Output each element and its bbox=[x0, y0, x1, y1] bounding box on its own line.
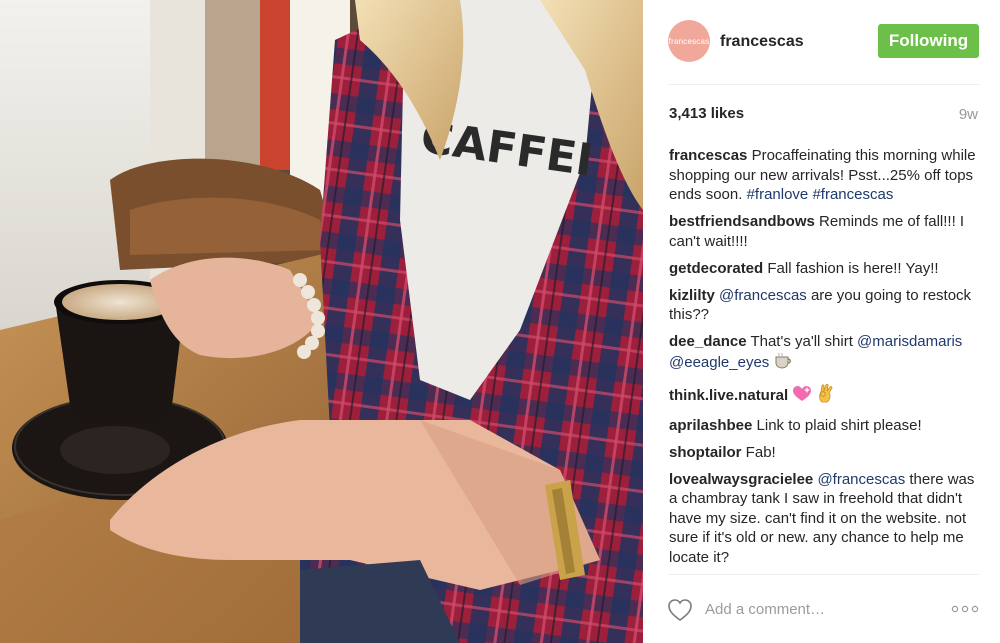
comment-username[interactable]: bestfriendsandbows bbox=[669, 213, 815, 230]
post-header: francescas francescas Following bbox=[643, 0, 1000, 84]
comment-item: shoptailor Fab! bbox=[669, 443, 979, 463]
coffee-emoji-icon bbox=[773, 352, 793, 376]
mention-link[interactable]: @francescas bbox=[719, 287, 807, 304]
comment-username[interactable]: shoptailor bbox=[669, 444, 742, 461]
mention-link[interactable]: @marisdamaris bbox=[857, 333, 962, 350]
comment-item: francescas Procaffeinating this morning … bbox=[669, 146, 979, 205]
comment-username[interactable]: aprilashbee bbox=[669, 417, 752, 434]
comment-username[interactable]: dee_dance bbox=[669, 333, 747, 350]
hashtag-link[interactable]: #francescas bbox=[812, 186, 893, 203]
comment-text: Fall fashion is here!! Yay!! bbox=[763, 259, 939, 277]
comment-item: dee_dance That's ya'll shirt @marisdamar… bbox=[669, 332, 979, 375]
more-options-icon[interactable] bbox=[951, 603, 979, 615]
comment-text: Link to plaid shirt please! bbox=[752, 416, 922, 434]
comment-item: think.live.natural bbox=[669, 383, 979, 409]
comment-username[interactable]: lovealwaysgracielee bbox=[669, 471, 813, 488]
avatar[interactable]: francescas bbox=[668, 20, 710, 62]
comment-item: getdecorated Fall fashion is here!! Yay!… bbox=[669, 259, 979, 279]
post-footer bbox=[643, 575, 1000, 643]
comment-item: kizlilty @francescas are you going to re… bbox=[669, 286, 979, 325]
comment-username[interactable]: think.live.natural bbox=[669, 387, 788, 404]
post-age[interactable]: 9w bbox=[959, 106, 978, 123]
comment-text: That's ya'll shirt bbox=[746, 333, 858, 350]
instagram-post: CAFFEI francescas francescas Following 3… bbox=[0, 0, 1000, 643]
comment-username[interactable]: kizlilty bbox=[669, 287, 715, 304]
comment-username[interactable]: francescas bbox=[669, 147, 747, 164]
ok-hand-emoji-icon bbox=[817, 383, 835, 409]
comment-item: lovealwaysgracielee @francescas there wa… bbox=[669, 470, 979, 568]
post-photo[interactable]: CAFFEI bbox=[0, 0, 643, 643]
photo-illustration: CAFFEI bbox=[0, 0, 643, 643]
post-username[interactable]: francescas bbox=[720, 33, 804, 51]
avatar-text: francescas bbox=[668, 36, 710, 46]
mention-link[interactable]: @francescas bbox=[817, 471, 905, 488]
comment-item: aprilashbee Link to plaid shirt please! bbox=[669, 416, 979, 436]
post-side-panel: francescas francescas Following 3,413 li… bbox=[643, 0, 1000, 643]
hashtag-link[interactable]: #franlove bbox=[747, 186, 809, 203]
following-button[interactable]: Following bbox=[878, 24, 979, 58]
comments-list[interactable]: francescas Procaffeinating this morning … bbox=[669, 146, 979, 572]
comment-text: Fab! bbox=[741, 443, 776, 461]
mention-link[interactable]: @eeagle_eyes bbox=[669, 354, 769, 371]
add-comment-input[interactable] bbox=[705, 597, 905, 621]
sparkling-heart-emoji-icon bbox=[792, 385, 812, 409]
likes-count[interactable]: 3,413 likes bbox=[669, 105, 744, 122]
header-divider bbox=[668, 84, 979, 85]
comment-item: bestfriendsandbows Reminds me of fall!!!… bbox=[669, 212, 979, 251]
heart-outline-icon[interactable] bbox=[667, 598, 693, 622]
comment-username[interactable]: getdecorated bbox=[669, 260, 763, 277]
